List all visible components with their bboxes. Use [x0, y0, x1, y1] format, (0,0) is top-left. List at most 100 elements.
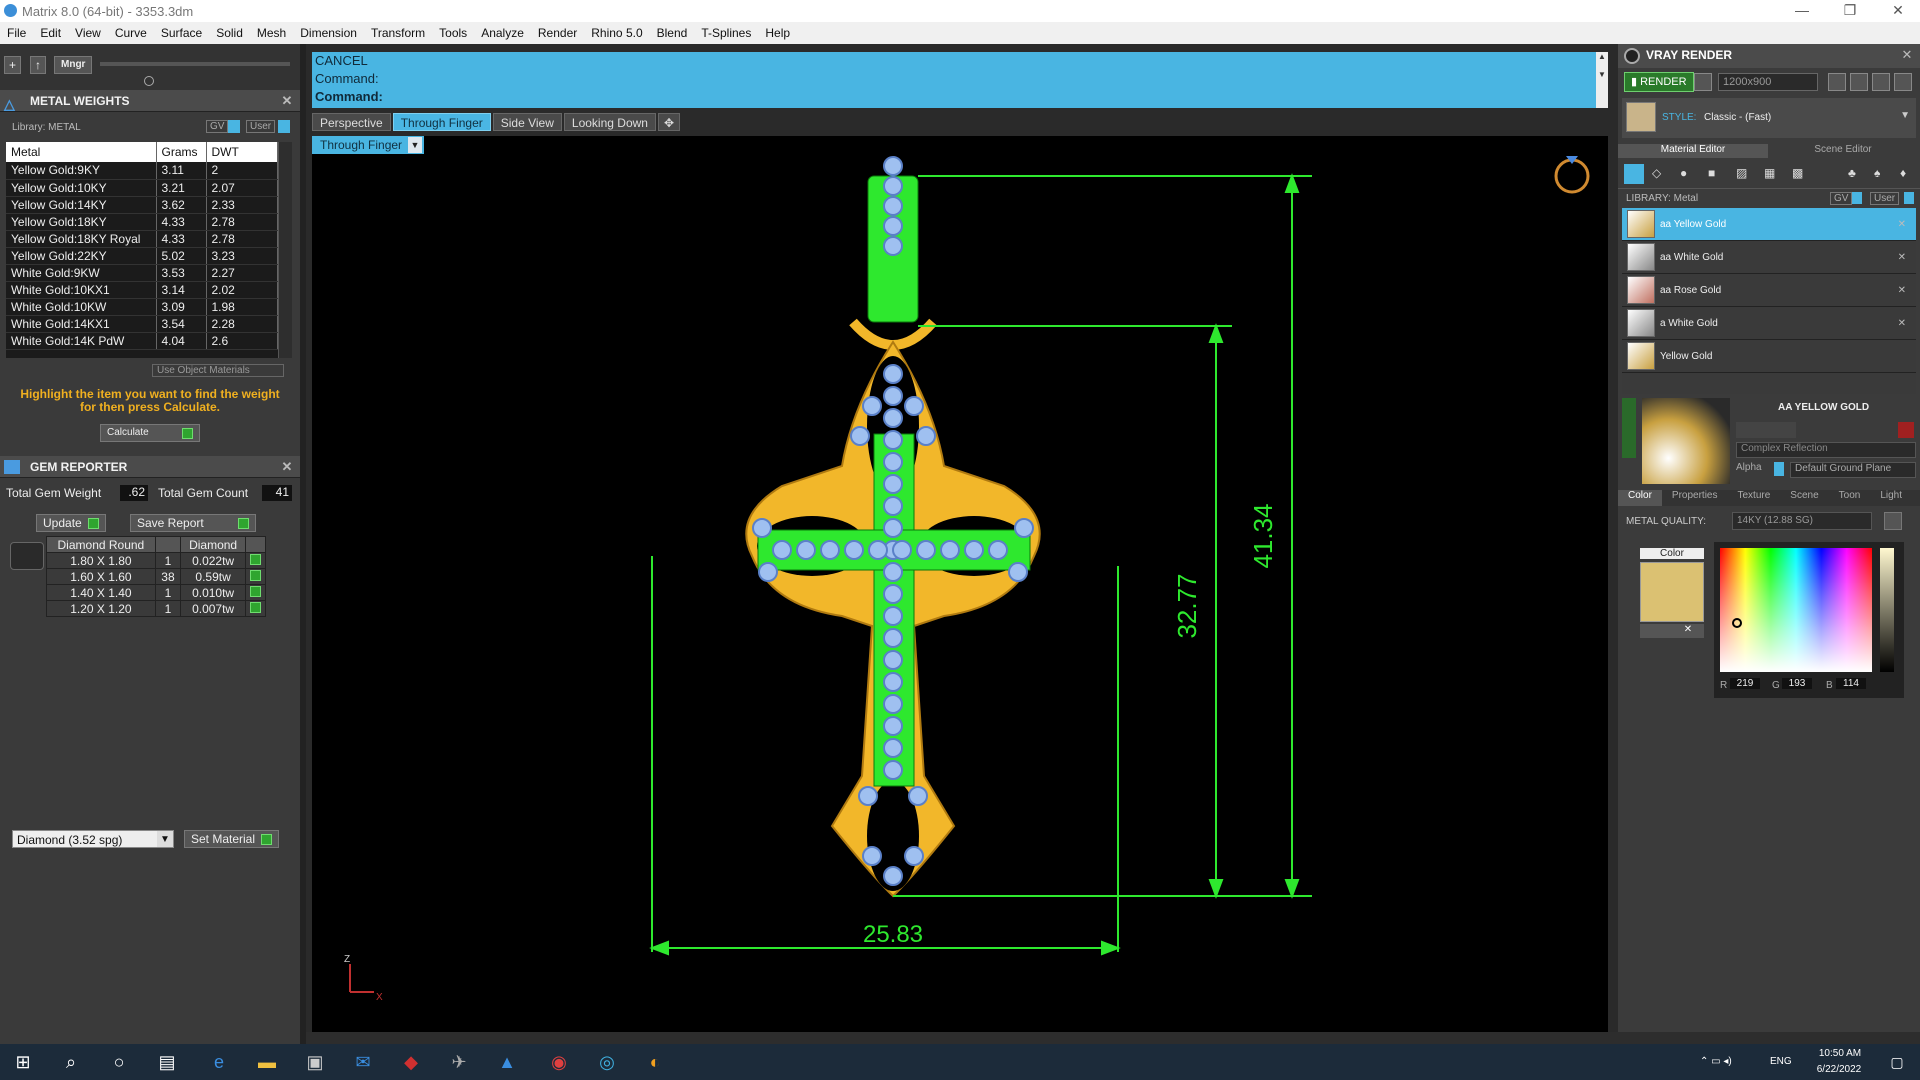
store-icon[interactable]: ▣ — [302, 1050, 328, 1074]
color-swatch[interactable] — [1640, 562, 1704, 622]
sphere-icon[interactable]: ● — [1680, 166, 1687, 180]
table-row[interactable]: 1.40 X 1.40 1 0.010tw — [46, 584, 266, 601]
task-view-icon[interactable]: ▤ — [154, 1050, 180, 1074]
resolution-select[interactable]: 1200x900 — [1718, 73, 1818, 91]
color-picker-icon[interactable] — [1640, 624, 1672, 638]
remove-icon[interactable]: ✕ — [1898, 285, 1906, 296]
pattern-icon[interactable]: ▦ — [1764, 166, 1775, 180]
menu-tools[interactable]: Tools — [432, 26, 474, 40]
camera-icon[interactable] — [1694, 73, 1712, 91]
mail-icon[interactable]: ✉ — [350, 1050, 376, 1074]
tab-perspective[interactable]: Perspective — [312, 113, 391, 131]
minimize-icon[interactable]: — — [1782, 0, 1822, 22]
collapse-left-icon[interactable] — [1622, 398, 1636, 458]
settings-icon[interactable] — [1884, 512, 1902, 530]
table-row[interactable]: White Gold:14KX1 3.54 2.28 — [6, 315, 278, 333]
square-icon[interactable]: ■ — [1708, 166, 1715, 180]
tab-material-editor[interactable]: Material Editor — [1618, 144, 1768, 158]
system-tray-icons[interactable]: ⌃ ▭ ◂) — [1700, 1056, 1732, 1067]
edge-icon[interactable]: e — [206, 1050, 232, 1074]
material-item[interactable]: aa White Gold ✕ — [1622, 241, 1916, 274]
col-dwt[interactable]: DWT — [206, 142, 278, 162]
select-row-icon[interactable] — [245, 568, 266, 585]
table-row[interactable]: White Gold:10KX1 3.14 2.02 — [6, 281, 278, 299]
paint-icon[interactable]: ♠ — [1874, 166, 1880, 180]
tab-scene[interactable]: Scene — [1780, 490, 1828, 506]
gv-check[interactable] — [1852, 192, 1862, 204]
menu-transform[interactable]: Transform — [364, 26, 432, 40]
chevron-down-icon[interactable]: ▼ — [157, 831, 173, 847]
tab-toon[interactable]: Toon — [1829, 490, 1871, 506]
tab-through-finger[interactable]: Through Finger — [392, 113, 491, 131]
menu-analyze[interactable]: Analyze — [474, 26, 531, 40]
add-tab-icon[interactable]: ✥ — [657, 113, 681, 131]
tab-looking-down[interactable]: Looking Down — [563, 113, 656, 131]
ground-plane-select[interactable]: Default Ground Plane — [1790, 462, 1916, 478]
clock-time[interactable]: 10:50 AM — [1810, 1048, 1870, 1059]
maximize-icon[interactable]: ❐ — [1830, 0, 1870, 22]
tab-side-view[interactable]: Side View — [492, 113, 562, 131]
remove-icon[interactable]: ✕ — [1898, 252, 1906, 263]
material-item[interactable]: a White Gold ✕ — [1622, 307, 1916, 340]
menu-dimension[interactable]: Dimension — [293, 26, 364, 40]
update-button[interactable]: Update — [36, 514, 106, 532]
table-row[interactable]: White Gold:10KW 3.09 1.98 — [6, 298, 278, 316]
b-value[interactable]: 114 — [1836, 678, 1866, 689]
app-matrix-icon[interactable]: ✈ — [446, 1050, 472, 1074]
menu-edit[interactable]: Edit — [33, 26, 68, 40]
gv-toggle[interactable]: GV — [206, 120, 229, 133]
table-row[interactable]: Yellow Gold:9KY 3.11 2 — [6, 162, 278, 180]
user-check[interactable] — [278, 120, 290, 133]
menu-tsplines[interactable]: T-Splines — [694, 26, 758, 40]
chevron-down-icon[interactable]: ▼ — [1900, 110, 1910, 121]
language-indicator[interactable]: ENG — [1770, 1056, 1792, 1067]
table-row[interactable]: Yellow Gold:10KY 3.21 2.07 — [6, 179, 278, 197]
user-check[interactable] — [1904, 192, 1914, 204]
photos-icon[interactable]: ▲ — [494, 1050, 520, 1074]
menu-help[interactable]: Help — [758, 26, 797, 40]
menu-mesh[interactable]: Mesh — [250, 26, 293, 40]
material-item[interactable]: aa Yellow Gold ✕ — [1622, 208, 1916, 241]
clock-date[interactable]: 6/22/2022 — [1806, 1064, 1872, 1075]
tab-light[interactable]: Light — [1870, 490, 1912, 506]
cortana-icon[interactable]: ○ — [106, 1050, 132, 1074]
calculate-button[interactable]: Calculate — [100, 424, 200, 442]
table-row[interactable]: 1.80 X 1.80 1 0.022tw — [46, 552, 266, 569]
table-row[interactable]: Yellow Gold:18KY Royal 4.33 2.78 — [6, 230, 278, 248]
material-item[interactable]: Yellow Gold — [1622, 340, 1916, 373]
light-icon[interactable]: ♦ — [1900, 166, 1906, 180]
select-row-icon[interactable] — [245, 600, 266, 617]
tab-texture[interactable]: Texture — [1727, 490, 1780, 506]
gv-check[interactable] — [228, 120, 240, 133]
color-cursor[interactable] — [1732, 618, 1742, 628]
app-red-icon[interactable]: ◆ — [398, 1050, 424, 1074]
col-metal[interactable]: Metal — [6, 142, 157, 162]
user-toggle[interactable]: User — [1870, 192, 1900, 205]
layout-icon[interactable] — [1894, 73, 1912, 91]
menu-curve[interactable]: Curve — [108, 26, 154, 40]
tab-properties[interactable]: Properties — [1662, 490, 1728, 506]
tab-color[interactable]: Color — [1618, 490, 1662, 506]
refresh-icon[interactable] — [1898, 422, 1914, 438]
table-row[interactable]: 1.20 X 1.20 1 0.007tw — [46, 600, 266, 617]
app-orange-icon[interactable]: ◐ — [642, 1050, 668, 1074]
menu-render[interactable]: Render — [531, 26, 584, 40]
save-report-button[interactable]: Save Report — [130, 514, 256, 532]
command-scrollbar[interactable]: ▲ ▼ — [1596, 52, 1608, 108]
table-row[interactable]: 1.60 X 1.60 38 0.59tw — [46, 568, 266, 585]
set-material-button[interactable]: Set Material — [184, 830, 280, 848]
gem-material-select[interactable]: Diamond (3.52 spg) ▼ — [12, 830, 174, 848]
col-grams[interactable]: Grams — [156, 142, 207, 162]
list-icon[interactable] — [1872, 73, 1890, 91]
chrome-icon[interactable]: ◉ — [546, 1050, 572, 1074]
close-icon[interactable]: ✕ — [280, 94, 294, 108]
viewport[interactable]: Through Finger ▼ 41.34 32.77 25.83 Z X — [312, 136, 1608, 1032]
render-button[interactable]: ▮ RENDER — [1624, 72, 1694, 92]
add-icon[interactable]: + — [4, 56, 22, 74]
table-row[interactable]: White Gold:9KW 3.53 2.27 — [6, 264, 278, 282]
metal-quality-select[interactable]: 14KY (12.88 SG) — [1732, 512, 1872, 530]
texture-icon[interactable]: ▨ — [1736, 166, 1747, 180]
menu-solid[interactable]: Solid — [209, 26, 250, 40]
select-row-icon[interactable] — [245, 552, 266, 569]
r-value[interactable]: 219 — [1730, 678, 1760, 689]
